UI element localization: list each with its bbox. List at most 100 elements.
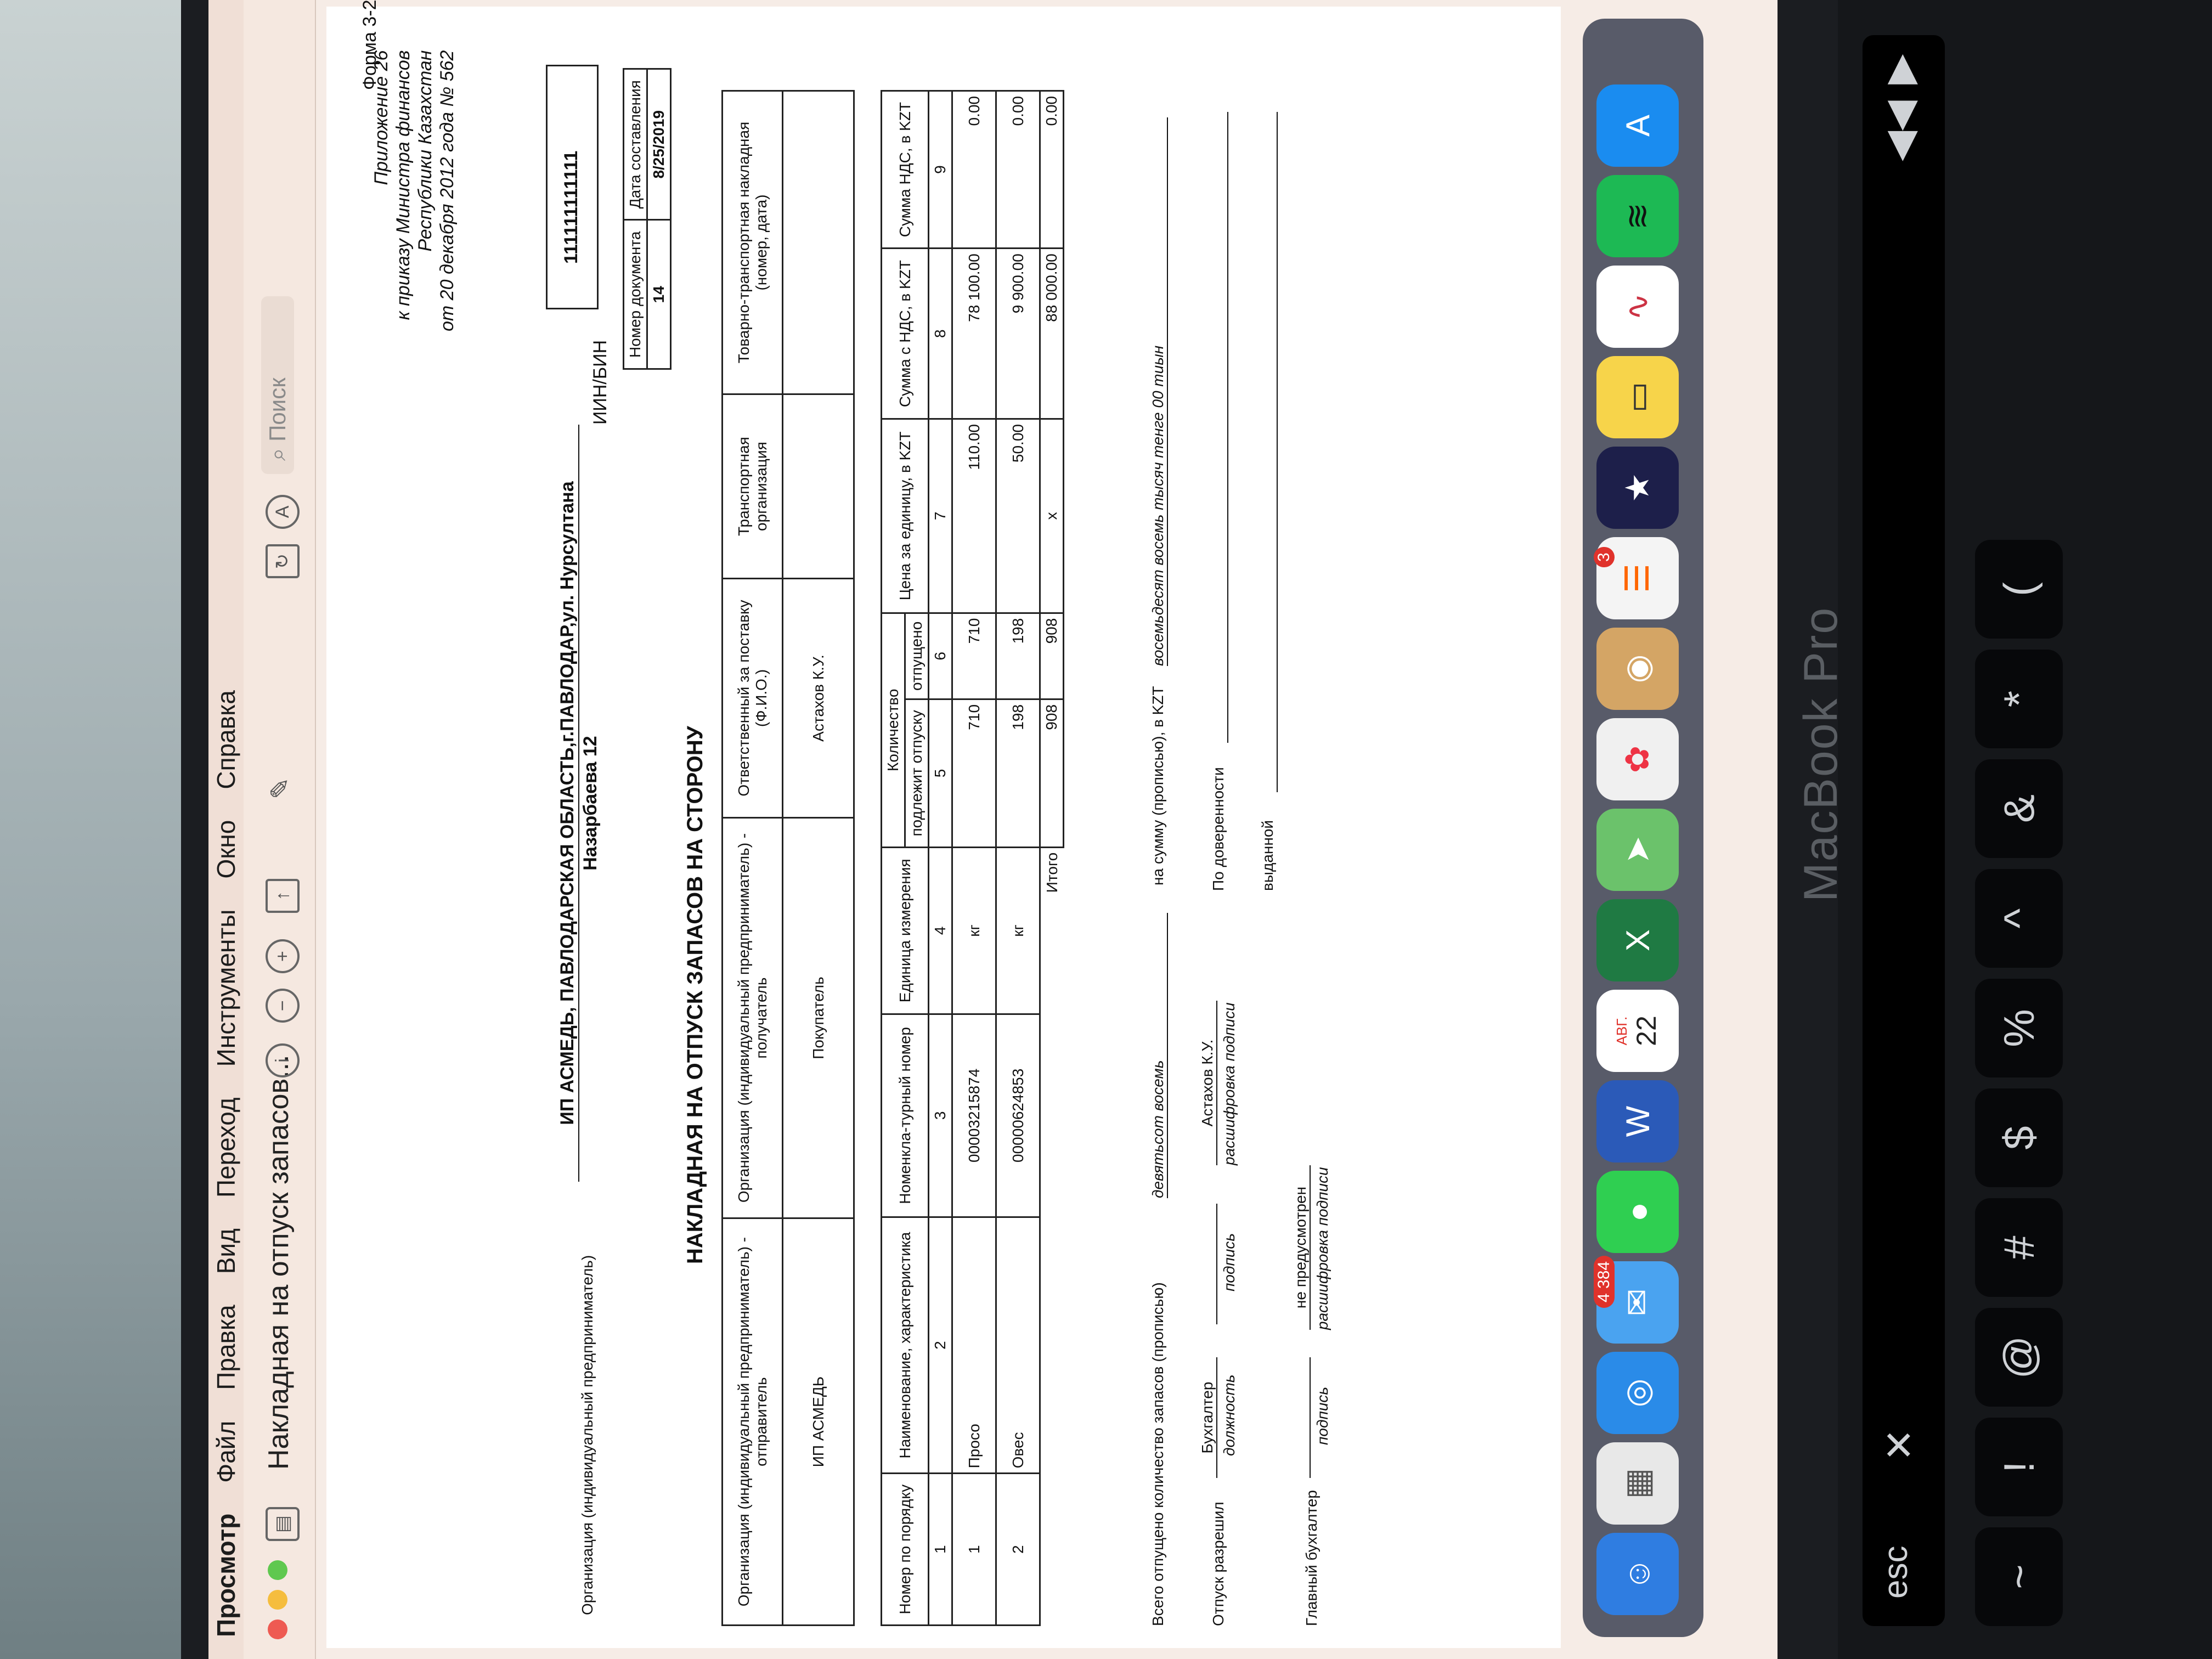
h-qty: Количество [881,613,905,848]
col-num-3: 3 [928,1014,952,1217]
total-label: Итого [1040,847,1064,1626]
row-1-name: Просо [952,1217,996,1474]
key-tilde[interactable]: ~ [1975,1527,2063,1626]
key-5[interactable]: % [1975,979,2063,1077]
messages-icon[interactable]: ● [1596,1171,1679,1253]
notes-icon[interactable]: ▭ [1596,356,1679,438]
minimize-button[interactable] [268,1590,287,1610]
org-value-line-1: ИП АСМЕДЬ, ПАВЛОДАРСКАЯ ОБЛАСТЬ,г.ПАВЛОД… [557,425,579,1182]
col-num-8: 8 [928,248,952,419]
launchpad-icon[interactable]: ▦ [1596,1442,1679,1525]
share-icon[interactable]: ↑ [266,879,300,913]
total-price: x [1040,419,1064,613]
word-icon[interactable]: W [1596,1080,1679,1163]
spotify-icon[interactable]: ≋ [1596,175,1679,257]
contacts-icon[interactable]: ◉ [1596,628,1679,710]
row-2-rel: 198 [996,613,1040,699]
chief-decode-value: не предусмотрен [1292,1165,1311,1330]
app-store-icon[interactable]: A [1596,84,1679,167]
menu-app-name[interactable]: Просмотр [211,1514,241,1637]
markup-pen-icon[interactable]: ✎ [266,774,295,803]
zoom-button[interactable] [268,1560,287,1580]
background-wall [0,0,181,1659]
decode-caption: расшифровка подписи [1221,1002,1238,1165]
form-number: Форма 3-2 [359,0,380,90]
maps-icon[interactable]: ➤ [1596,809,1679,891]
org-label: Организация (индивидуальный предпринимат… [579,1255,596,1615]
key-3[interactable]: # [1975,1198,2063,1297]
key-6[interactable]: ^ [1975,869,2063,968]
iin-value: 111111111111 [561,150,582,264]
touch-bar[interactable] [1863,35,1945,1626]
touchbar-play-icon[interactable]: ▶ [1876,54,1922,84]
position-value: Бухгалтер [1199,1357,1217,1478]
row-1-vat: 0.00 [952,91,996,249]
menu-window[interactable]: Окно [211,820,241,879]
search-placeholder: Поиск [264,377,290,442]
menu-file[interactable]: Файл [211,1421,241,1483]
zoom-in-icon[interactable]: + [266,939,300,973]
calendar-icon[interactable]: АВГ. 22 [1596,990,1679,1072]
safari-icon[interactable]: ◎ [1596,1352,1679,1434]
search-field[interactable]: ⌕ Поиск [261,296,294,474]
appendix-block: Приложение 26 к приказу Министра финансо… [370,50,458,331]
parties-table: Организация (индивидуальный предпринимат… [721,90,855,1626]
search-icon: ⌕ [264,441,290,461]
key-1[interactable]: ! [1975,1418,2063,1516]
excel-icon[interactable]: X [1596,899,1679,981]
key-4[interactable]: $ [1975,1088,2063,1187]
photos-icon[interactable]: ✿ [1596,718,1679,800]
chief-decode-caption: расшифровка подписи [1314,1167,1331,1330]
row-2-price: 50.00 [996,419,1040,613]
menu-help[interactable]: Справка [211,690,241,789]
spotlight-star-icon[interactable]: ★ [1596,447,1679,529]
sidebar-toggle-icon[interactable]: ▤ [266,1507,300,1541]
recipient-value: Покупатель [782,817,854,1218]
transport-value [782,394,854,579]
row-2-vat: 0.00 [996,91,1040,249]
appendix-line-3: Республики Казахстан [415,50,436,252]
sum-label: на сумму (прописью), в KZT [1149,686,1166,885]
row-2-code: 00000624853 [996,1014,1040,1217]
col-num-7: 7 [928,419,952,613]
touchbar-close-icon[interactable]: ✕ [1876,1429,1922,1462]
total-due: 908 [1040,699,1064,848]
issued-label: выданной [1259,820,1276,891]
document-heading: НАКЛАДНАЯ НА ОТПУСК ЗАПАСОВ НА СТОРОНУ [683,726,707,1264]
menu-view[interactable]: Вид [211,1228,241,1274]
menu-tools[interactable]: Инструменты [211,910,241,1067]
responsible-value: Астахов К.У. [782,578,854,818]
h-sum: Сумма с НДС, в KZT [881,248,929,419]
row-2-sum: 9 900.00 [996,248,1040,419]
key-8[interactable]: * [1975,650,2063,748]
h-price: Цена за единицу, в KZT [881,419,929,613]
parties-header-transport: Транспортная организация [722,394,783,579]
window-titlebar: ▤ Накладная на отпуск запасов... i − + ↑… [244,0,316,1659]
annotate-icon[interactable]: A [266,495,300,529]
doc-number-value: 14 [647,220,671,369]
menu-go[interactable]: Переход [211,1097,241,1198]
h-name: Наименование, характеристика [881,1217,929,1474]
finder-icon[interactable]: ☺ [1596,1533,1679,1615]
menu-edit[interactable]: Правка [211,1305,241,1390]
info-icon[interactable]: i [266,1043,300,1077]
h-qty-rel: отпущено [905,613,929,699]
iin-label: ИИН/БИН [590,340,611,425]
col-num-4: 4 [928,847,952,1014]
col-num-1: 1 [928,1473,952,1626]
col-num-9: 9 [928,91,952,249]
parties-header-waybill: Товарно-транспортная накладная (номер, д… [722,91,783,394]
close-button[interactable] [268,1620,287,1639]
touchbar-rewind-icon[interactable]: ◀◀ [1876,100,1922,161]
zoom-out-icon[interactable]: − [266,989,300,1023]
sum-value: восемьдесят восемь тысяч тенге 00 тиын [1149,117,1168,666]
key-9[interactable]: ( [1975,540,2063,639]
esc-key[interactable]: esc [1876,1546,1915,1599]
key-7[interactable]: & [1975,759,2063,858]
rotate-icon[interactable]: ↻ [266,544,300,578]
position-caption: должность [1221,1374,1238,1456]
document-page: Приложение 26 к приказу Министра финансо… [326,0,1561,1648]
row-2-num: 2 [996,1473,1040,1626]
freeform-icon[interactable]: ∿ [1596,266,1679,348]
key-2[interactable]: @ [1975,1308,2063,1407]
